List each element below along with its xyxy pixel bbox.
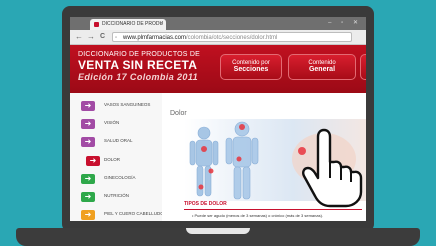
sidebar-item-vision[interactable]: ➜ VISIÓN	[70, 116, 162, 132]
sidebar-item-vasos-sanguineos[interactable]: ➜ VASOS SANGUINEOS	[70, 98, 162, 114]
url-path: /colombia/otc/secciones/dolor.html	[186, 35, 278, 41]
tab-title: DICCIONARIO DE PRODU	[102, 21, 164, 27]
sidebar-menu: ➜ VASOS SANGUINEOS ➜ VISIÓN ➜ SALUD ORAL…	[70, 93, 164, 221]
general-button-label: General	[308, 66, 336, 73]
sidebar-item-label: VASOS SANGUINEOS	[104, 102, 151, 107]
reload-button[interactable]: C	[100, 32, 105, 42]
sidebar-item-piel[interactable]: ➜ PIEL Y CUERO CABELLUDO	[70, 207, 164, 221]
sidebar-item-label: SALUD ORAL	[104, 138, 133, 143]
section-divider	[184, 209, 362, 210]
header-title: VENTA SIN RECETA	[78, 58, 198, 72]
arrow-right-icon: ➜	[81, 174, 95, 184]
header-subtitle: DICCIONARIO DE PRODUCTOS DE	[78, 51, 200, 58]
sidebar-item-label: NUTRICIÓN	[104, 193, 129, 198]
sidebar-item-label: DOLOR	[104, 157, 121, 162]
page-icon: ▫	[115, 35, 118, 41]
favicon-icon	[94, 22, 99, 27]
sidebar-item-label: VISIÓN	[104, 120, 120, 125]
next-header-button[interactable]	[360, 54, 366, 80]
arrow-right-icon: ➜	[81, 210, 95, 220]
sidebar-item-nutricion[interactable]: ➜ NUTRICIÓN	[70, 189, 162, 205]
forward-button[interactable]: →	[87, 32, 95, 42]
close-tab-icon[interactable]: ×	[159, 19, 163, 30]
arrow-right-icon: ➜	[81, 137, 95, 147]
general-button[interactable]: Contenido General	[288, 54, 356, 80]
browser-tab-bar: DICCIONARIO DE PRODU × – ▫ ✕	[70, 17, 366, 30]
laptop-notch	[186, 228, 250, 234]
arrow-right-icon: ➜	[81, 101, 95, 111]
sections-button-label: Secciones	[233, 66, 269, 73]
back-button[interactable]: ←	[75, 32, 83, 42]
sections-button[interactable]: Contenido por Secciones	[220, 54, 282, 80]
url-host: www.plmfarmacias.com	[123, 35, 187, 41]
sidebar-item-label: PIEL Y CUERO CABELLUDO	[104, 211, 164, 216]
window-controls[interactable]: – ▫ ✕	[328, 19, 362, 26]
arrow-right-icon: ➜	[81, 119, 95, 129]
page-title: Dolor	[170, 110, 187, 117]
sidebar-item-salud-oral[interactable]: ➜ SALUD ORAL	[70, 134, 162, 150]
browser-tab[interactable]: DICCIONARIO DE PRODU ×	[90, 19, 166, 30]
section-title: TIPOS DE DOLOR	[184, 201, 227, 207]
arrow-right-icon: ➜	[81, 192, 95, 202]
sidebar-item-ginecologia[interactable]: ➜ GINECOLOGÍA	[70, 171, 162, 187]
sidebar-item-label: GINECOLOGÍA	[104, 175, 136, 180]
header-edition: Edición 17 Colombia 2011	[78, 72, 198, 82]
section-text: • Puede ser agudo (menos de 3 semanas) o…	[192, 213, 324, 218]
sidebar-item-dolor[interactable]: ➜ DOLOR	[70, 153, 162, 169]
address-bar: ← → C ▫ www.plmfarmacias.com/colombia/ot…	[70, 30, 366, 45]
url-input[interactable]: ▫ www.plmfarmacias.com/colombia/otc/secc…	[112, 32, 352, 42]
hand-pointer-icon	[302, 128, 363, 208]
arrow-right-icon: ➜	[86, 156, 100, 166]
site-header: DICCIONARIO DE PRODUCTOS DE VENTA SIN RE…	[70, 45, 366, 93]
